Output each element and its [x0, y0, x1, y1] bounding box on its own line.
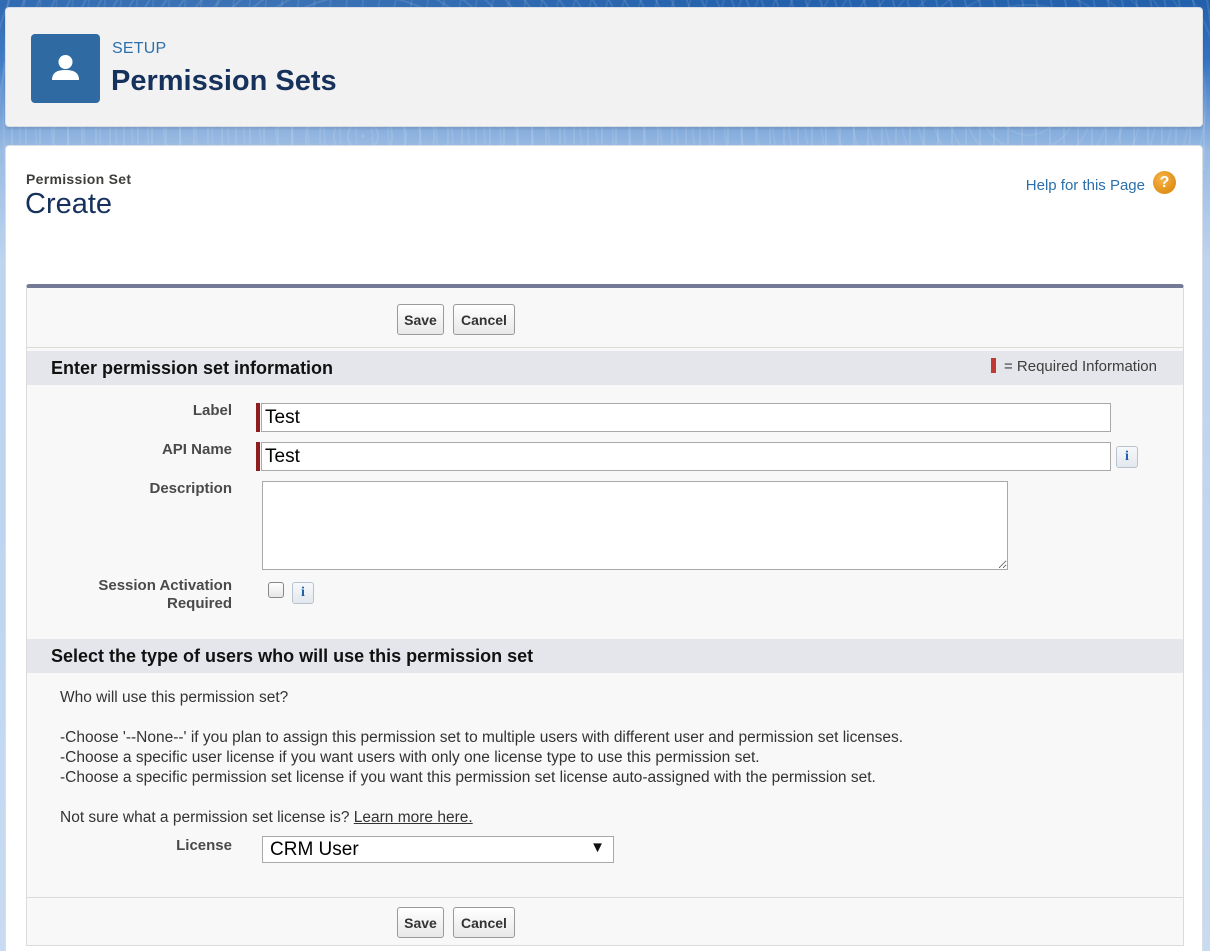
learn-more-link[interactable]: Learn more here. — [354, 809, 473, 826]
section-title: Enter permission set information — [51, 358, 334, 378]
page-type-label: Permission Set — [26, 171, 132, 187]
chevron-down-icon: ▼ — [590, 839, 605, 856]
license-field-label: License — [176, 837, 232, 854]
main-content-card: Permission Set Create Help for this Page… — [5, 145, 1203, 951]
api-name-field-label: API Name — [161, 441, 232, 458]
api-name-input[interactable] — [261, 442, 1111, 471]
bottom-button-bar: Save Cancel — [27, 897, 1183, 949]
header-title: Permission Sets — [111, 65, 337, 97]
license-help-text: Not sure what a permission set license i… — [60, 808, 473, 828]
not-sure-text: Not sure what a permission set license i… — [60, 809, 350, 826]
session-activation-checkbox[interactable] — [268, 582, 284, 598]
required-legend: = Required Information — [990, 358, 1157, 375]
label-input[interactable] — [261, 403, 1111, 432]
session-activation-label-line2: Required — [166, 595, 232, 612]
setup-eyebrow: SETUP — [112, 40, 167, 57]
help-link[interactable]: Help for this Page — [1026, 177, 1145, 194]
license-guidance-1: -Choose '--None--' if you plan to assign… — [60, 729, 904, 746]
info-icon[interactable]: i — [1116, 446, 1138, 468]
setup-header: SETUP Permission Sets — [5, 7, 1203, 127]
label-field-label: Label — [192, 402, 232, 419]
session-activation-label: Session Activation Required — [27, 577, 232, 613]
top-button-bar: Save Cancel — [27, 288, 1183, 348]
required-marker — [256, 442, 260, 471]
license-guidance-2: -Choose a specific user license if you w… — [60, 749, 760, 766]
license-select[interactable]: CRM User ▼ — [262, 836, 614, 863]
question-icon[interactable]: ? — [1153, 171, 1176, 194]
info-icon[interactable]: i — [292, 582, 314, 604]
section-title: Select the type of users who will use th… — [51, 646, 534, 666]
license-selected-value: CRM User — [270, 839, 359, 860]
required-legend-text: = Required Information — [1003, 358, 1157, 375]
session-activation-label-line1: Session Activation — [98, 577, 232, 594]
cancel-button[interactable]: Cancel — [453, 907, 515, 938]
license-question: Who will use this permission set? — [60, 689, 289, 706]
description-textarea[interactable] — [262, 481, 1008, 570]
user-icon — [31, 34, 100, 103]
permission-set-form: Save Cancel Enter permission set informa… — [26, 284, 1184, 946]
required-marker — [990, 358, 996, 373]
required-marker — [256, 403, 260, 432]
section-header-user-type: Select the type of users who will use th… — [27, 639, 1183, 673]
page-title: Create — [25, 188, 113, 220]
description-field-label: Description — [149, 480, 232, 497]
cancel-button[interactable]: Cancel — [453, 304, 515, 335]
save-button[interactable]: Save — [397, 304, 444, 335]
section-header-info: Enter permission set information = Requi… — [27, 351, 1183, 385]
license-guidance-3: -Choose a specific permission set licens… — [60, 769, 876, 786]
save-button[interactable]: Save — [397, 907, 444, 938]
